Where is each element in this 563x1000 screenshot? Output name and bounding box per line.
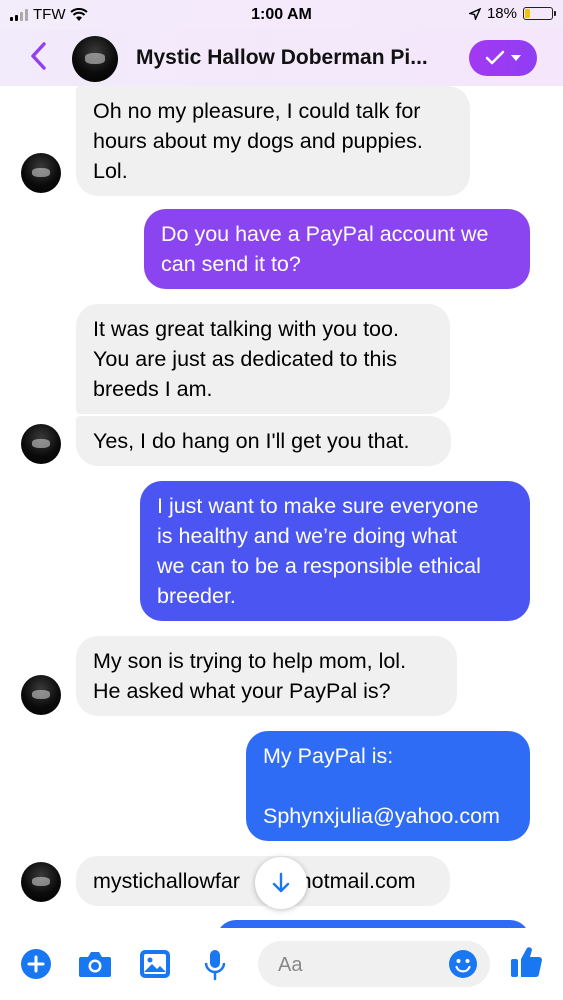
message-input[interactable]: Aa	[258, 941, 490, 987]
composer-bar: Aa	[0, 928, 563, 1000]
contact-avatar-small[interactable]	[21, 862, 61, 902]
plus-icon[interactable]	[20, 948, 52, 980]
thumbs-up-icon[interactable]	[509, 944, 545, 980]
contact-avatar-small[interactable]	[21, 153, 61, 193]
camera-icon[interactable]	[77, 948, 113, 980]
contact-avatar-small[interactable]	[21, 675, 61, 715]
theme-menu-button[interactable]	[469, 40, 537, 76]
image-gallery-icon[interactable]	[138, 948, 172, 980]
contact-avatar-small[interactable]	[21, 424, 61, 464]
status-right: 18%	[468, 5, 556, 22]
microphone-icon[interactable]	[202, 948, 228, 982]
incoming-message[interactable]: It was great talking with you too. You a…	[76, 304, 450, 414]
contact-avatar[interactable]	[72, 36, 118, 82]
incoming-message[interactable]: Oh no my pleasure, I could talk for hour…	[76, 86, 470, 196]
outgoing-message[interactable]: Do you have a PayPal account we can send…	[144, 209, 530, 289]
message-input-placeholder: Aa	[278, 954, 303, 976]
incoming-message[interactable]: Yes, I do hang on I'll get you that.	[76, 416, 451, 466]
back-chevron-icon[interactable]	[28, 40, 50, 72]
incoming-message[interactable]: My son is trying to help mom, lol. He as…	[76, 636, 457, 716]
battery-percent: 18%	[486, 5, 517, 22]
battery-fill	[525, 9, 531, 18]
outgoing-message[interactable]: I just want to make sure everyone is hea…	[140, 481, 530, 621]
battery-icon	[523, 7, 556, 20]
outgoing-message[interactable]: My PayPal is: Sphynxjulia@yahoo.com	[246, 731, 530, 841]
chevron-down-icon	[511, 55, 521, 61]
status-bar: TFW 1:00 AM 18%	[0, 0, 563, 30]
check-icon	[485, 50, 505, 65]
emoji-icon[interactable]	[448, 949, 478, 979]
location-arrow-icon	[468, 7, 481, 20]
arrow-down-icon	[272, 872, 290, 893]
scroll-to-bottom-button[interactable]	[255, 857, 307, 909]
conversation-header: Mystic Hallow Doberman Pi...	[0, 30, 563, 86]
contact-name[interactable]: Mystic Hallow Doberman Pi...	[136, 46, 428, 70]
